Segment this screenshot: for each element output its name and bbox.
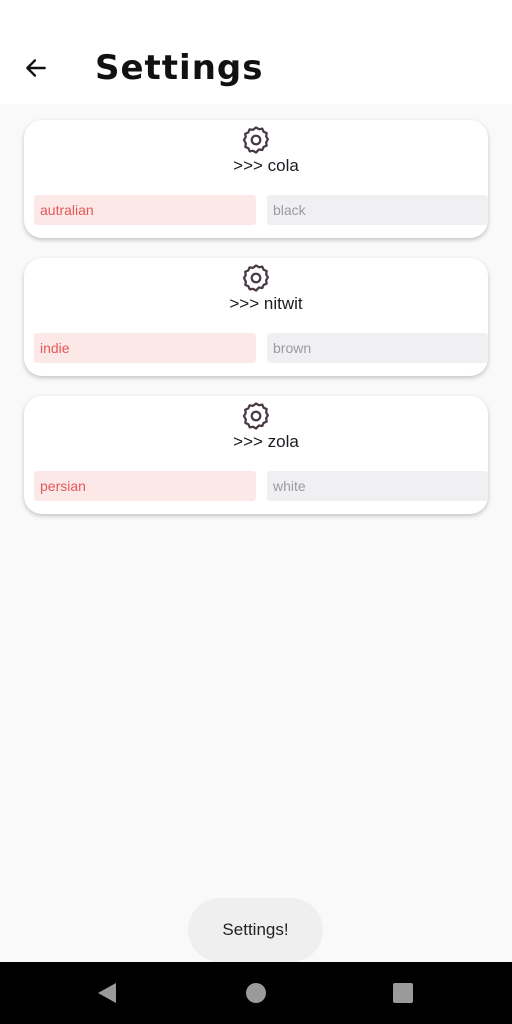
color-field[interactable]: white [267, 471, 488, 501]
system-nav-bar [0, 962, 512, 1024]
page-title: Settings [95, 48, 264, 88]
card-name: >>> nitwit [229, 294, 303, 313]
square-recents-icon[interactable] [388, 978, 418, 1008]
gear-icon [242, 402, 269, 430]
gear-icon [242, 126, 269, 154]
circle-home-icon[interactable] [241, 978, 271, 1008]
settings-card[interactable]: >>> cola autralian black [24, 120, 488, 238]
breed-field[interactable]: indie [34, 333, 256, 363]
settings-list: >>> cola autralian black >>> nitwit indi… [0, 104, 512, 962]
toast-message: Settings! [188, 898, 323, 962]
gear-icon [242, 264, 269, 292]
color-field[interactable]: brown [267, 333, 488, 363]
triangle-back-icon[interactable] [92, 978, 122, 1008]
color-field[interactable]: black [267, 195, 488, 225]
card-name: >>> zola [233, 432, 299, 451]
settings-card[interactable]: >>> nitwit indie brown [24, 258, 488, 376]
breed-field[interactable]: persian [34, 471, 256, 501]
arrow-left-icon [26, 59, 46, 77]
settings-card[interactable]: >>> zola persian white [24, 396, 488, 514]
card-name: >>> cola [233, 156, 299, 175]
app-bar: Settings [0, 0, 512, 104]
breed-field[interactable]: autralian [34, 195, 256, 225]
back-button[interactable] [14, 46, 58, 90]
